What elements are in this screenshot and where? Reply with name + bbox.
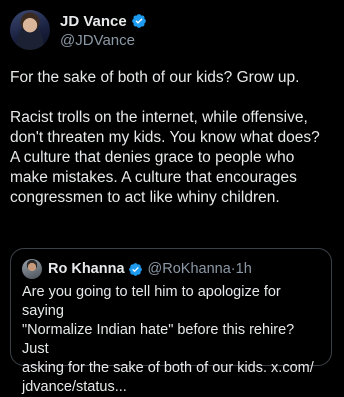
author-names: JD Vance @JDVance xyxy=(60,12,147,49)
quoted-line: asking for the sake of both of our kids.… xyxy=(22,360,314,376)
tweet-line: Racist trolls on the internet, while off… xyxy=(10,109,308,126)
quoted-author-name: Ro Khanna xyxy=(48,261,125,277)
quoted-timestamp: 1h xyxy=(235,261,252,277)
tweet-line: don't threaten my kids. You know what do… xyxy=(10,129,320,146)
quoted-line: Are you going to tell him to apologize f… xyxy=(22,284,285,319)
tweet-line: A culture that denies grace to people wh… xyxy=(10,149,295,166)
tweet-body: For the sake of both of our kids? Grow u… xyxy=(10,68,338,208)
quoted-author-handle: @RoKhanna·1h xyxy=(147,261,252,277)
quoted-line: "Normalize Indian hate" before this rehi… xyxy=(22,322,299,357)
quoted-line: jdvance/status... xyxy=(22,379,127,395)
tweet-paragraph-1: For the sake of both of our kids? Grow u… xyxy=(10,69,300,86)
tweet-header: JD Vance @JDVance xyxy=(10,10,147,50)
tweet-line: make mistakes. A culture that encourages xyxy=(10,169,297,186)
author-avatar[interactable] xyxy=(10,10,50,50)
quoted-tweet-body: Are you going to tell him to apologize f… xyxy=(22,283,320,397)
quoted-tweet-card[interactable]: Ro Khanna @RoKhanna·1h Are you going to … xyxy=(10,248,332,395)
quoted-tweet-header: Ro Khanna @RoKhanna·1h xyxy=(22,259,320,279)
author-name-row: JD Vance xyxy=(60,12,147,31)
tweet-line: congressmen to act like whiny children. xyxy=(10,189,280,206)
verified-badge-icon xyxy=(131,14,146,28)
author-handle[interactable]: @JDVance xyxy=(60,32,147,49)
author-display-name[interactable]: JD Vance xyxy=(60,13,127,30)
verified-badge-icon xyxy=(128,262,142,276)
quoted-author-avatar xyxy=(22,259,42,279)
